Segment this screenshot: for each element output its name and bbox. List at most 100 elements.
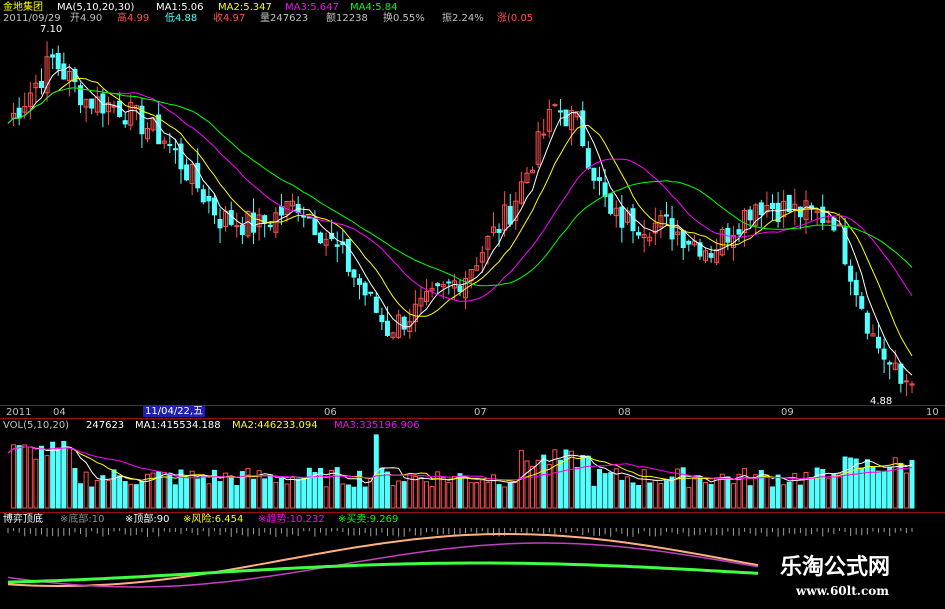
volume-bar (764, 474, 770, 509)
indicator-trend: ※趋势:10.232 (258, 514, 325, 525)
volume-bar (435, 471, 441, 509)
volume-bar (786, 481, 792, 509)
candle-body (172, 148, 178, 151)
volume-bar (636, 484, 642, 509)
axis-month-04: 04 (53, 407, 66, 418)
volume-bar (753, 474, 759, 509)
candle-body (362, 282, 368, 296)
volume-bar (27, 446, 33, 509)
volume-bar (485, 481, 491, 509)
volume-bar (89, 486, 95, 509)
candle-body (301, 215, 307, 218)
candle-body (903, 380, 909, 383)
volume-bar (708, 483, 714, 509)
volume-bar (881, 470, 887, 509)
candle-body (853, 279, 859, 296)
watermark-url: www.60lt.com (796, 584, 889, 598)
volume-bar (139, 480, 145, 509)
volume-bar (429, 486, 435, 509)
volume-bar (72, 468, 78, 509)
volume-bar (105, 480, 111, 509)
volume-bar (809, 476, 815, 509)
volume-bar (78, 483, 84, 509)
volume-bar (630, 482, 636, 509)
candle-body (435, 283, 441, 287)
volume-bar (345, 484, 351, 509)
axis-year: 2011 (6, 407, 32, 418)
volume-bar (278, 477, 284, 509)
candle-body (881, 348, 887, 360)
candle-body (312, 217, 318, 236)
volume-bar (658, 483, 664, 509)
candle-body (859, 296, 865, 309)
cursor-date[interactable]: 11/04/22,五 (143, 406, 206, 417)
vol-params: VOL(5,10,20) (3, 420, 70, 431)
indicator-name[interactable]: 博弈顶底 (3, 514, 43, 525)
axis-month-09: 09 (781, 407, 794, 418)
candle-body (747, 209, 753, 221)
volume-bar (234, 485, 240, 509)
candle-body (758, 202, 764, 216)
candle-body (217, 219, 223, 229)
candle-body (663, 214, 669, 217)
candle-body (608, 193, 614, 214)
candle-body (195, 162, 201, 189)
volume-bar (569, 450, 575, 509)
volume-bar (669, 476, 675, 509)
volume-bar (842, 456, 848, 509)
volume-bar (440, 476, 446, 509)
volume-bar (524, 460, 530, 509)
vol-value: 247623 (86, 420, 125, 431)
candle-body (401, 316, 407, 330)
volume-bar (44, 455, 50, 509)
volume-bar (468, 482, 474, 509)
volume-bar (574, 467, 580, 509)
volume-bar (730, 483, 736, 509)
indicator-risk: ※风险:6.454 (183, 514, 244, 525)
volume-bar (479, 479, 485, 509)
volume-bar (122, 481, 128, 509)
volume-bar (848, 457, 854, 509)
candle-body (351, 269, 357, 278)
volume-bar (825, 478, 831, 509)
vol-ma3: MA3:335196.906 (334, 420, 420, 431)
volume-bar (262, 478, 268, 509)
volume-bar (407, 474, 413, 509)
volume-bar (390, 485, 396, 509)
candle-body (457, 285, 463, 292)
volume-bar (412, 475, 418, 509)
indicator-panel-border (0, 512, 945, 513)
volume-bar (602, 473, 608, 509)
volume-bar (691, 478, 697, 509)
volume-bar (217, 481, 223, 509)
volume-bar (200, 475, 206, 509)
volume-bar (513, 481, 519, 509)
candle-body (55, 53, 61, 70)
watermark-box: 乐淘公式网 www.60lt.com (770, 550, 945, 609)
candle-body (876, 336, 882, 349)
volume-bar (401, 481, 407, 509)
time-axis-line (0, 405, 945, 406)
volume-bar (306, 467, 312, 509)
volume-bar (66, 446, 72, 509)
volume-bar (301, 477, 307, 509)
axis-month-06: 06 (324, 407, 337, 418)
volume-bar (273, 481, 279, 509)
volume-bar (675, 468, 681, 509)
volume-bar (22, 444, 28, 509)
volume-bar (340, 483, 346, 509)
volume-bar (903, 472, 909, 509)
volume-bar (83, 471, 89, 509)
volume-bar (714, 477, 720, 509)
candle-body (211, 197, 217, 216)
candle-body (619, 206, 625, 228)
candle-body (864, 312, 870, 334)
max-price-label: 7.10 (40, 24, 63, 35)
candle-body (345, 238, 351, 272)
volume-bar (686, 486, 692, 509)
volume-bar (33, 458, 39, 509)
candle-body (708, 253, 714, 258)
volume-bar (396, 480, 402, 509)
candle-body (887, 362, 893, 365)
volume-bar (758, 470, 764, 509)
